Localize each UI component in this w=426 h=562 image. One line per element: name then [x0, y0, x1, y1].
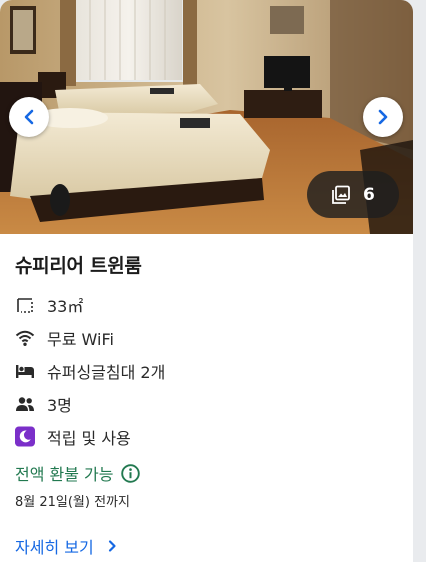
photo-gallery-button[interactable]: 6	[307, 171, 399, 218]
room-size-icon	[15, 295, 35, 315]
wifi-icon	[15, 328, 35, 348]
feature-label: 33㎡	[47, 296, 84, 316]
previous-photo-button[interactable]	[9, 97, 49, 137]
feature-label: 슈퍼싱글침대 2개	[47, 362, 166, 382]
view-details-label: 자세히 보기	[15, 538, 94, 557]
room-features: 33㎡ 무료 WiFi 슈퍼싱글침대 2개 3명 적립 및 사용	[15, 288, 398, 453]
refund-policy: 전액 환불 가능	[15, 461, 398, 485]
room-title: 슈피리어 트윈룸	[15, 255, 142, 277]
people-icon	[15, 394, 35, 414]
chevron-right-icon	[378, 109, 388, 125]
chevron-left-icon	[24, 109, 34, 125]
feature-label: 3명	[47, 395, 72, 415]
info-icon[interactable]	[120, 463, 140, 483]
refund-label: 전액 환불 가능	[15, 465, 114, 484]
feature-rewards: 적립 및 사용	[15, 420, 398, 453]
chevron-right-icon	[107, 539, 117, 553]
room-details: 슈피리어 트윈룸 33㎡ 무료 WiFi 슈퍼싱글침대 2개 3명 적립 및 사…	[0, 234, 413, 558]
photo-library-icon	[332, 185, 350, 204]
feature-wifi: 무료 WiFi	[15, 321, 398, 354]
refund-deadline: 8월 21일(월) 전까지	[15, 495, 130, 510]
next-photo-button[interactable]	[363, 97, 403, 137]
room-card: 6 슈피리어 트윈룸 33㎡ 무료 WiFi 슈퍼싱글침대 2개 3명 적립 및…	[0, 0, 413, 562]
feature-room-size: 33㎡	[15, 288, 398, 321]
view-details-link[interactable]: 자세히 보기	[15, 534, 398, 558]
feature-bed: 슈퍼싱글침대 2개	[15, 354, 398, 387]
room-photo[interactable]: 6	[0, 0, 413, 234]
photo-count: 6	[363, 184, 375, 205]
reward-moon-icon	[15, 426, 35, 447]
feature-occupancy: 3명	[15, 387, 398, 420]
feature-label: 무료 WiFi	[47, 329, 114, 349]
feature-label: 적립 및 사용	[47, 428, 131, 448]
bed-icon	[15, 361, 35, 381]
